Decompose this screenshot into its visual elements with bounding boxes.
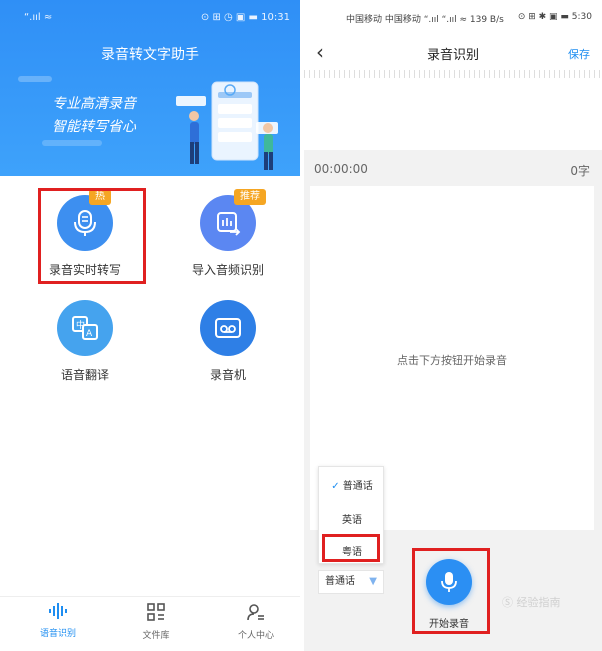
char-count: 0字	[570, 164, 590, 178]
highlight-box	[322, 534, 380, 562]
save-button[interactable]: 保存	[568, 46, 590, 62]
feature-import-audio[interactable]: 推荐 导入音频识别	[168, 189, 288, 278]
language-option-english[interactable]: 英语	[319, 511, 385, 526]
banner-decor-bar	[42, 140, 102, 146]
page-title: 录音识别	[426, 48, 479, 63]
recording-timer: 00:00:00	[314, 162, 368, 176]
status-right: ⊙ ⊞ ✱ ▣ ▬ 5:30	[517, 12, 592, 22]
feature-recorder[interactable]: 录音机	[168, 300, 288, 383]
waveform-ruler	[304, 70, 602, 78]
user-icon	[247, 604, 264, 621]
start-record-label: 开始录音	[429, 619, 469, 630]
banner-line2: 智能转写省心	[52, 119, 136, 135]
bottom-tab-bar: 语音识别 文件库 个人中心	[0, 596, 300, 651]
language-option-mandarin[interactable]: ✓ 普通话	[319, 477, 385, 492]
mic-icon	[441, 572, 457, 592]
home-header: “.ııl ≈ ⊙ ⊞ ◷ ▣ ▬ 10:31 录音转文字助手 专业高清录音 智…	[0, 0, 300, 176]
feature-label: 录音机	[209, 368, 246, 382]
tab-label: 语音识别	[39, 629, 76, 639]
translate-icon: 中A	[57, 300, 113, 356]
tab-file-library[interactable]: 文件库	[106, 603, 206, 641]
language-select[interactable]: 普通话 ▼	[318, 570, 384, 594]
status-right: ⊙ ⊞ ◷ ▣ ▬ 10:31	[200, 12, 290, 23]
start-record-button[interactable]	[426, 559, 472, 605]
start-hint: 点击下方按钮开始录音	[397, 354, 507, 367]
grid-icon	[147, 603, 165, 621]
selected-language: 普通话	[325, 576, 355, 587]
check-icon: ✓	[331, 481, 340, 492]
recognition-header: 中国移动 中国移动 “.ııl “.ııl ≈ 139 B/s ⊙ ⊞ ✱ ▣ …	[304, 0, 602, 150]
highlight-box	[38, 188, 146, 284]
feature-voice-translate[interactable]: 中A 语音翻译	[25, 300, 145, 383]
tab-speech-recognition[interactable]: 语音识别	[8, 603, 108, 639]
feature-label: 语音翻译	[60, 368, 109, 382]
banner-line1: 专业高清录音	[52, 96, 136, 112]
recognition-screen: 中国移动 中国移动 “.ııl “.ııl ≈ 139 B/s ⊙ ⊞ ✱ ▣ …	[304, 0, 602, 651]
caret-down-icon: ▼	[369, 576, 377, 587]
tab-label: 个人中心	[237, 631, 274, 641]
screenshot-root: “.ııl ≈ ⊙ ⊞ ◷ ▣ ▬ 10:31 录音转文字助手 专业高清录音 智…	[0, 0, 602, 651]
tab-label: 文件库	[142, 631, 170, 641]
svg-text:A: A	[86, 329, 93, 339]
recommend-badge: 推荐	[234, 189, 266, 205]
watermark: Ⓢ 经验指南	[502, 596, 561, 609]
banner-decor-bar	[18, 76, 52, 82]
tab-personal-center[interactable]: 个人中心	[206, 603, 306, 641]
status-signal: “.ııl ≈	[24, 12, 53, 23]
home-screen: “.ııl ≈ ⊙ ⊞ ◷ ▣ ▬ 10:31 录音转文字助手 专业高清录音 智…	[0, 0, 300, 651]
banner-illustration	[176, 81, 278, 170]
recorder-icon	[200, 300, 256, 356]
feature-label: 导入音频识别	[191, 263, 264, 277]
waveform-icon	[49, 603, 67, 619]
option-label: 普通话	[342, 481, 373, 492]
app-title: 录音转文字助手	[101, 47, 199, 63]
status-carriers: 中国移动 中国移动 “.ııl “.ııl ≈ 139 B/s	[346, 15, 504, 25]
